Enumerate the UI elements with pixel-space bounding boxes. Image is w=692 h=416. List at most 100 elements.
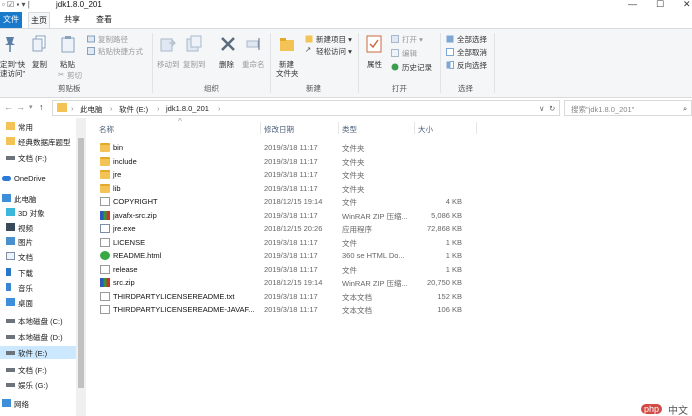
copy-to-button[interactable]: 复制到 bbox=[183, 59, 206, 70]
file-row[interactable]: jre.exe 2018/12/15 20:26 应用程序 72,868 KB bbox=[94, 222, 474, 235]
scrollbar-thumb[interactable] bbox=[78, 138, 84, 388]
pin-icon[interactable] bbox=[2, 35, 18, 53]
copy-icon[interactable] bbox=[32, 35, 48, 53]
column-divider[interactable] bbox=[476, 122, 477, 134]
file-list: ^ 名称 修改日期 类型 大小 bin 2019/3/18 11:17 文件夹 inc… bbox=[88, 117, 692, 416]
cut-button[interactable]: 剪切 bbox=[67, 70, 82, 81]
file-row[interactable]: lib 2019/3/18 11:17 文件夹 bbox=[94, 182, 474, 195]
up-arrow-icon[interactable]: ↑ bbox=[39, 102, 44, 112]
tab-view[interactable]: 查看 bbox=[92, 12, 116, 28]
chevron-right-icon[interactable]: › bbox=[71, 104, 74, 113]
new-folder-label-2[interactable]: 文件夹 bbox=[276, 68, 299, 79]
recent-dropdown-icon[interactable]: ▾ bbox=[29, 103, 33, 111]
minimize-icon[interactable]: — bbox=[628, 0, 637, 9]
tab-share[interactable]: 共享 bbox=[60, 12, 84, 28]
breadcrumb-jdk[interactable]: jdk1.8.0_201 bbox=[166, 104, 209, 113]
sidebar-item[interactable]: 软件 (E:) bbox=[0, 346, 76, 359]
invert-selection-button[interactable]: 反向选择 bbox=[457, 60, 487, 71]
address-bar[interactable]: › 此电脑 › 软件 (E:) › jdk1.8.0_201 › ∨ ↻ bbox=[52, 100, 560, 116]
column-header-type[interactable]: 类型 bbox=[342, 124, 357, 135]
move-to-button[interactable]: 移动到 bbox=[157, 59, 180, 70]
copy-path-button[interactable]: 复制路径 bbox=[98, 34, 128, 45]
column-header-size[interactable]: 大小 bbox=[418, 124, 433, 135]
file-row[interactable]: LICENSE 2019/3/18 11:17 文件 1 KB bbox=[94, 236, 474, 249]
sidebar-item[interactable]: 网络 bbox=[0, 397, 76, 410]
file-row[interactable]: README.html 2019/3/18 11:17 360 se HTML Do… bbox=[94, 249, 474, 262]
sidebar-item[interactable]: 视频 bbox=[0, 221, 76, 234]
rename-icon[interactable] bbox=[246, 35, 262, 53]
sidebar-item[interactable]: 音乐 bbox=[0, 281, 76, 294]
column-header-name[interactable]: 名称 bbox=[99, 124, 114, 135]
chevron-right-icon[interactable]: › bbox=[157, 104, 160, 113]
sidebar-item[interactable]: 桌面 bbox=[0, 296, 76, 309]
close-icon[interactable]: ✕ bbox=[683, 0, 691, 10]
file-row[interactable]: COPYRIGHT 2018/12/15 19:14 文件 4 KB bbox=[94, 195, 474, 208]
delete-button[interactable]: 删除 bbox=[219, 59, 234, 70]
sidebar-item[interactable]: 文档 (F:) bbox=[0, 151, 76, 164]
file-row[interactable]: src.zip 2018/12/15 19:14 WinRAR ZIP 压缩... 2… bbox=[94, 276, 474, 289]
sidebar-item[interactable]: OneDrive bbox=[0, 172, 76, 185]
breadcrumb-drive-e[interactable]: 软件 (E:) bbox=[119, 104, 148, 115]
folder-icon bbox=[100, 143, 110, 152]
column-divider[interactable] bbox=[260, 122, 261, 134]
file-row[interactable]: jre 2019/3/18 11:17 文件夹 bbox=[94, 168, 474, 181]
forward-arrow-icon[interactable]: → bbox=[16, 102, 25, 112]
pin-quick-access-label-2[interactable]: 速访问" bbox=[0, 68, 25, 79]
chevron-right-icon[interactable]: › bbox=[110, 104, 113, 113]
properties-icon[interactable] bbox=[366, 35, 382, 53]
maximize-icon[interactable]: ☐ bbox=[656, 0, 664, 10]
file-row[interactable]: include 2019/3/18 11:17 文件夹 bbox=[94, 155, 474, 168]
file-row[interactable]: bin 2019/3/18 11:17 文件夹 bbox=[94, 141, 474, 154]
sidebar-item[interactable]: 经典数据库题型 bbox=[0, 135, 76, 148]
delete-icon[interactable] bbox=[220, 35, 236, 53]
sidebar-item[interactable]: 图片 bbox=[0, 235, 76, 248]
address-dropdown-icon[interactable]: ∨ bbox=[539, 104, 545, 113]
search-input[interactable]: 搜索"jdk1.8.0_201" bbox=[571, 104, 634, 115]
edit-button[interactable]: 编辑 bbox=[402, 48, 417, 59]
refresh-icon[interactable]: ↻ bbox=[549, 104, 555, 113]
column-divider[interactable] bbox=[414, 122, 415, 134]
sidebar-item[interactable]: 文档 bbox=[0, 250, 76, 263]
file-row[interactable]: THIRDPARTYLICENSEREADME-JAVAF... 2019/3/1… bbox=[94, 303, 474, 316]
file-row[interactable]: javafx-src.zip 2019/3/18 11:17 WinRAR ZIP … bbox=[94, 209, 474, 222]
properties-button[interactable]: 属性 bbox=[367, 59, 382, 70]
move-to-icon[interactable] bbox=[160, 35, 176, 53]
sidebar-item[interactable]: 此电脑 bbox=[0, 192, 76, 205]
search-box[interactable]: 搜索"jdk1.8.0_201" ⌕ bbox=[564, 100, 692, 116]
tab-home[interactable]: 主页 bbox=[28, 12, 50, 28]
sidebar-item[interactable]: 文档 (F:) bbox=[0, 363, 76, 376]
paste-button[interactable]: 粘贴 bbox=[60, 59, 75, 70]
sidebar-item[interactable]: 常用 bbox=[0, 120, 76, 133]
new-item-button[interactable]: 新建项目 ▾ bbox=[316, 34, 352, 45]
chevron-right-icon[interactable]: › bbox=[218, 104, 221, 113]
nav-scrollbar[interactable] bbox=[76, 118, 86, 416]
file-row[interactable]: release 2019/3/18 11:17 文件 1 KB bbox=[94, 263, 474, 276]
sidebar-item[interactable]: 3D 对象 bbox=[0, 206, 76, 219]
select-none-button[interactable]: 全部取消 bbox=[457, 47, 487, 58]
file-name: bin bbox=[113, 143, 124, 152]
new-folder-icon[interactable] bbox=[279, 35, 295, 53]
open-button[interactable]: 打开 ▾ bbox=[402, 34, 423, 45]
easy-access-button[interactable]: 轻松访问 ▾ bbox=[316, 46, 352, 57]
paste-icon[interactable] bbox=[60, 35, 76, 53]
copy-button[interactable]: 复制 bbox=[32, 59, 47, 70]
sidebar-item[interactable]: 本地磁盘 (D:) bbox=[0, 330, 76, 343]
quick-access-toolbar-icon[interactable]: ▫ ☑ ▪ ▾ | bbox=[2, 0, 30, 9]
sidebar-item[interactable]: 本地磁盘 (C:) bbox=[0, 314, 76, 327]
search-icon[interactable]: ⌕ bbox=[683, 104, 687, 114]
tab-file[interactable]: 文件 bbox=[0, 12, 22, 28]
breadcrumb-this-pc[interactable]: 此电脑 bbox=[80, 104, 103, 115]
column-header-date[interactable]: 修改日期 bbox=[264, 124, 294, 135]
select-all-button[interactable]: 全部选择 bbox=[457, 34, 487, 45]
back-arrow-icon[interactable]: ← bbox=[4, 102, 13, 112]
sidebar-item[interactable]: 娱乐 (G:) bbox=[0, 378, 76, 391]
column-divider[interactable] bbox=[338, 122, 339, 134]
file-date: 2019/3/18 11:17 bbox=[264, 210, 318, 220]
sidebar-item[interactable]: 下载 bbox=[0, 266, 76, 279]
history-button[interactable]: 历史记录 bbox=[402, 62, 432, 73]
copy-to-icon[interactable] bbox=[186, 35, 202, 53]
file-row[interactable]: THIRDPARTYLICENSEREADME.txt 2019/3/18 11:… bbox=[94, 290, 474, 303]
paste-shortcut-button[interactable]: 粘贴快捷方式 bbox=[98, 46, 143, 57]
sidebar-item-label: 本地磁盘 (C:) bbox=[18, 317, 63, 326]
rename-button[interactable]: 重命名 bbox=[242, 59, 265, 70]
